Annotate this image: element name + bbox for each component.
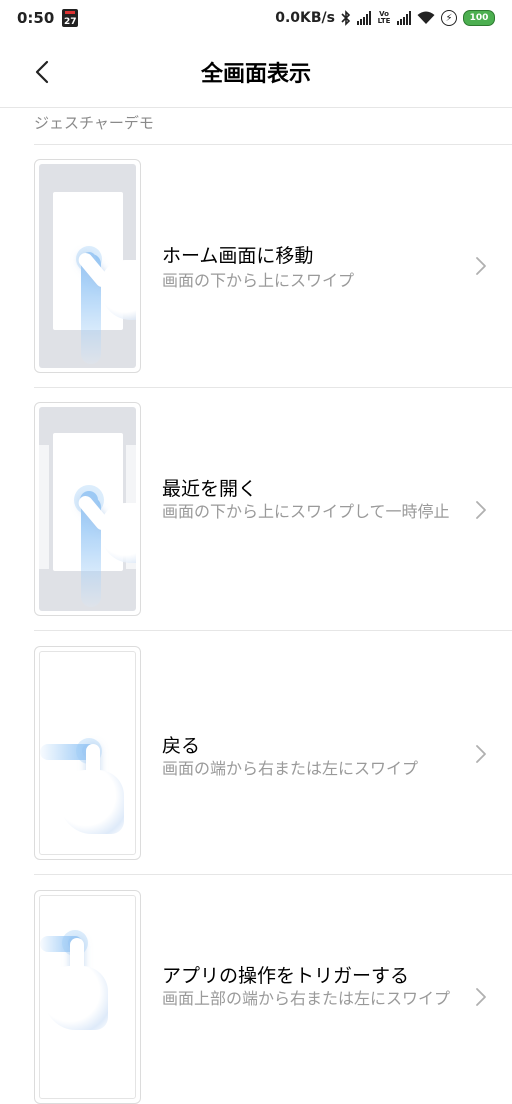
item-subtitle: 画面の下から上にスワイプして一時停止 [162, 502, 450, 521]
calendar-day: 27 [64, 17, 77, 27]
gesture-item-back[interactable]: 戻る 画面の端から右または左にスワイプ [0, 631, 512, 875]
app-header: 全画面表示 [0, 36, 512, 108]
gesture-item-trigger-actions[interactable]: アプリの操作をトリガーする 画面上部の端から右または左にスワイプ [0, 875, 512, 1104]
gesture-thumbnail [34, 890, 141, 1104]
charging-icon: ⚡ [441, 10, 457, 26]
chevron-right-icon [476, 257, 486, 275]
hand-palm [60, 770, 124, 834]
status-bar: 0:50 27 0.0KB/s Vo LTE ⚡ 100 [0, 0, 512, 36]
chevron-right-icon [476, 745, 486, 763]
bluetooth-icon [341, 10, 351, 26]
gesture-item-home[interactable]: ホーム画面に移動 画面の下から上にスワイプ [0, 145, 512, 388]
status-left: 0:50 27 [17, 9, 79, 27]
gesture-thumbnail [34, 646, 141, 860]
section-label: ジェスチャーデモ [34, 114, 154, 132]
thumbnail-screen [39, 895, 136, 1099]
calendar-icon: 27 [62, 9, 79, 27]
chevron-right-icon [476, 501, 486, 519]
item-title: 最近を開く [162, 478, 258, 500]
signal-icon [357, 11, 371, 25]
page-title: 全画面表示 [200, 61, 311, 87]
item-title: ホーム画面に移動 [162, 245, 314, 267]
item-title: アプリの操作をトリガーする [162, 965, 410, 987]
item-subtitle: 画面の下から上にスワイプ [162, 271, 355, 290]
back-button[interactable] [28, 54, 56, 90]
item-subtitle: 画面上部の端から右または左にスワイプ [162, 989, 451, 1008]
thumbnail-side-card [39, 445, 49, 569]
item-subtitle: 画面の端から右または左にスワイプ [162, 759, 419, 778]
wifi-icon [417, 11, 435, 24]
gesture-thumbnail [34, 159, 141, 373]
chevron-right-icon [476, 988, 486, 1006]
clock: 0:50 [17, 9, 55, 27]
volte-icon: Vo LTE [377, 10, 391, 25]
gesture-thumbnail [34, 402, 141, 616]
chevron-left-icon [35, 60, 49, 84]
item-title: 戻る [162, 735, 201, 757]
status-right: 0.0KB/s Vo LTE ⚡ 100 [275, 10, 495, 26]
thumbnail-screen [39, 651, 136, 855]
thumbnail-screen [39, 164, 136, 368]
network-speed: 0.0KB/s [275, 10, 335, 26]
battery-icon: 100 [463, 10, 495, 26]
gesture-item-recents[interactable]: 最近を開く 画面の下から上にスワイプして一時停止 [0, 388, 512, 631]
thumbnail-screen [39, 407, 136, 611]
signal-icon-2 [397, 11, 411, 25]
hand-palm [44, 966, 108, 1030]
